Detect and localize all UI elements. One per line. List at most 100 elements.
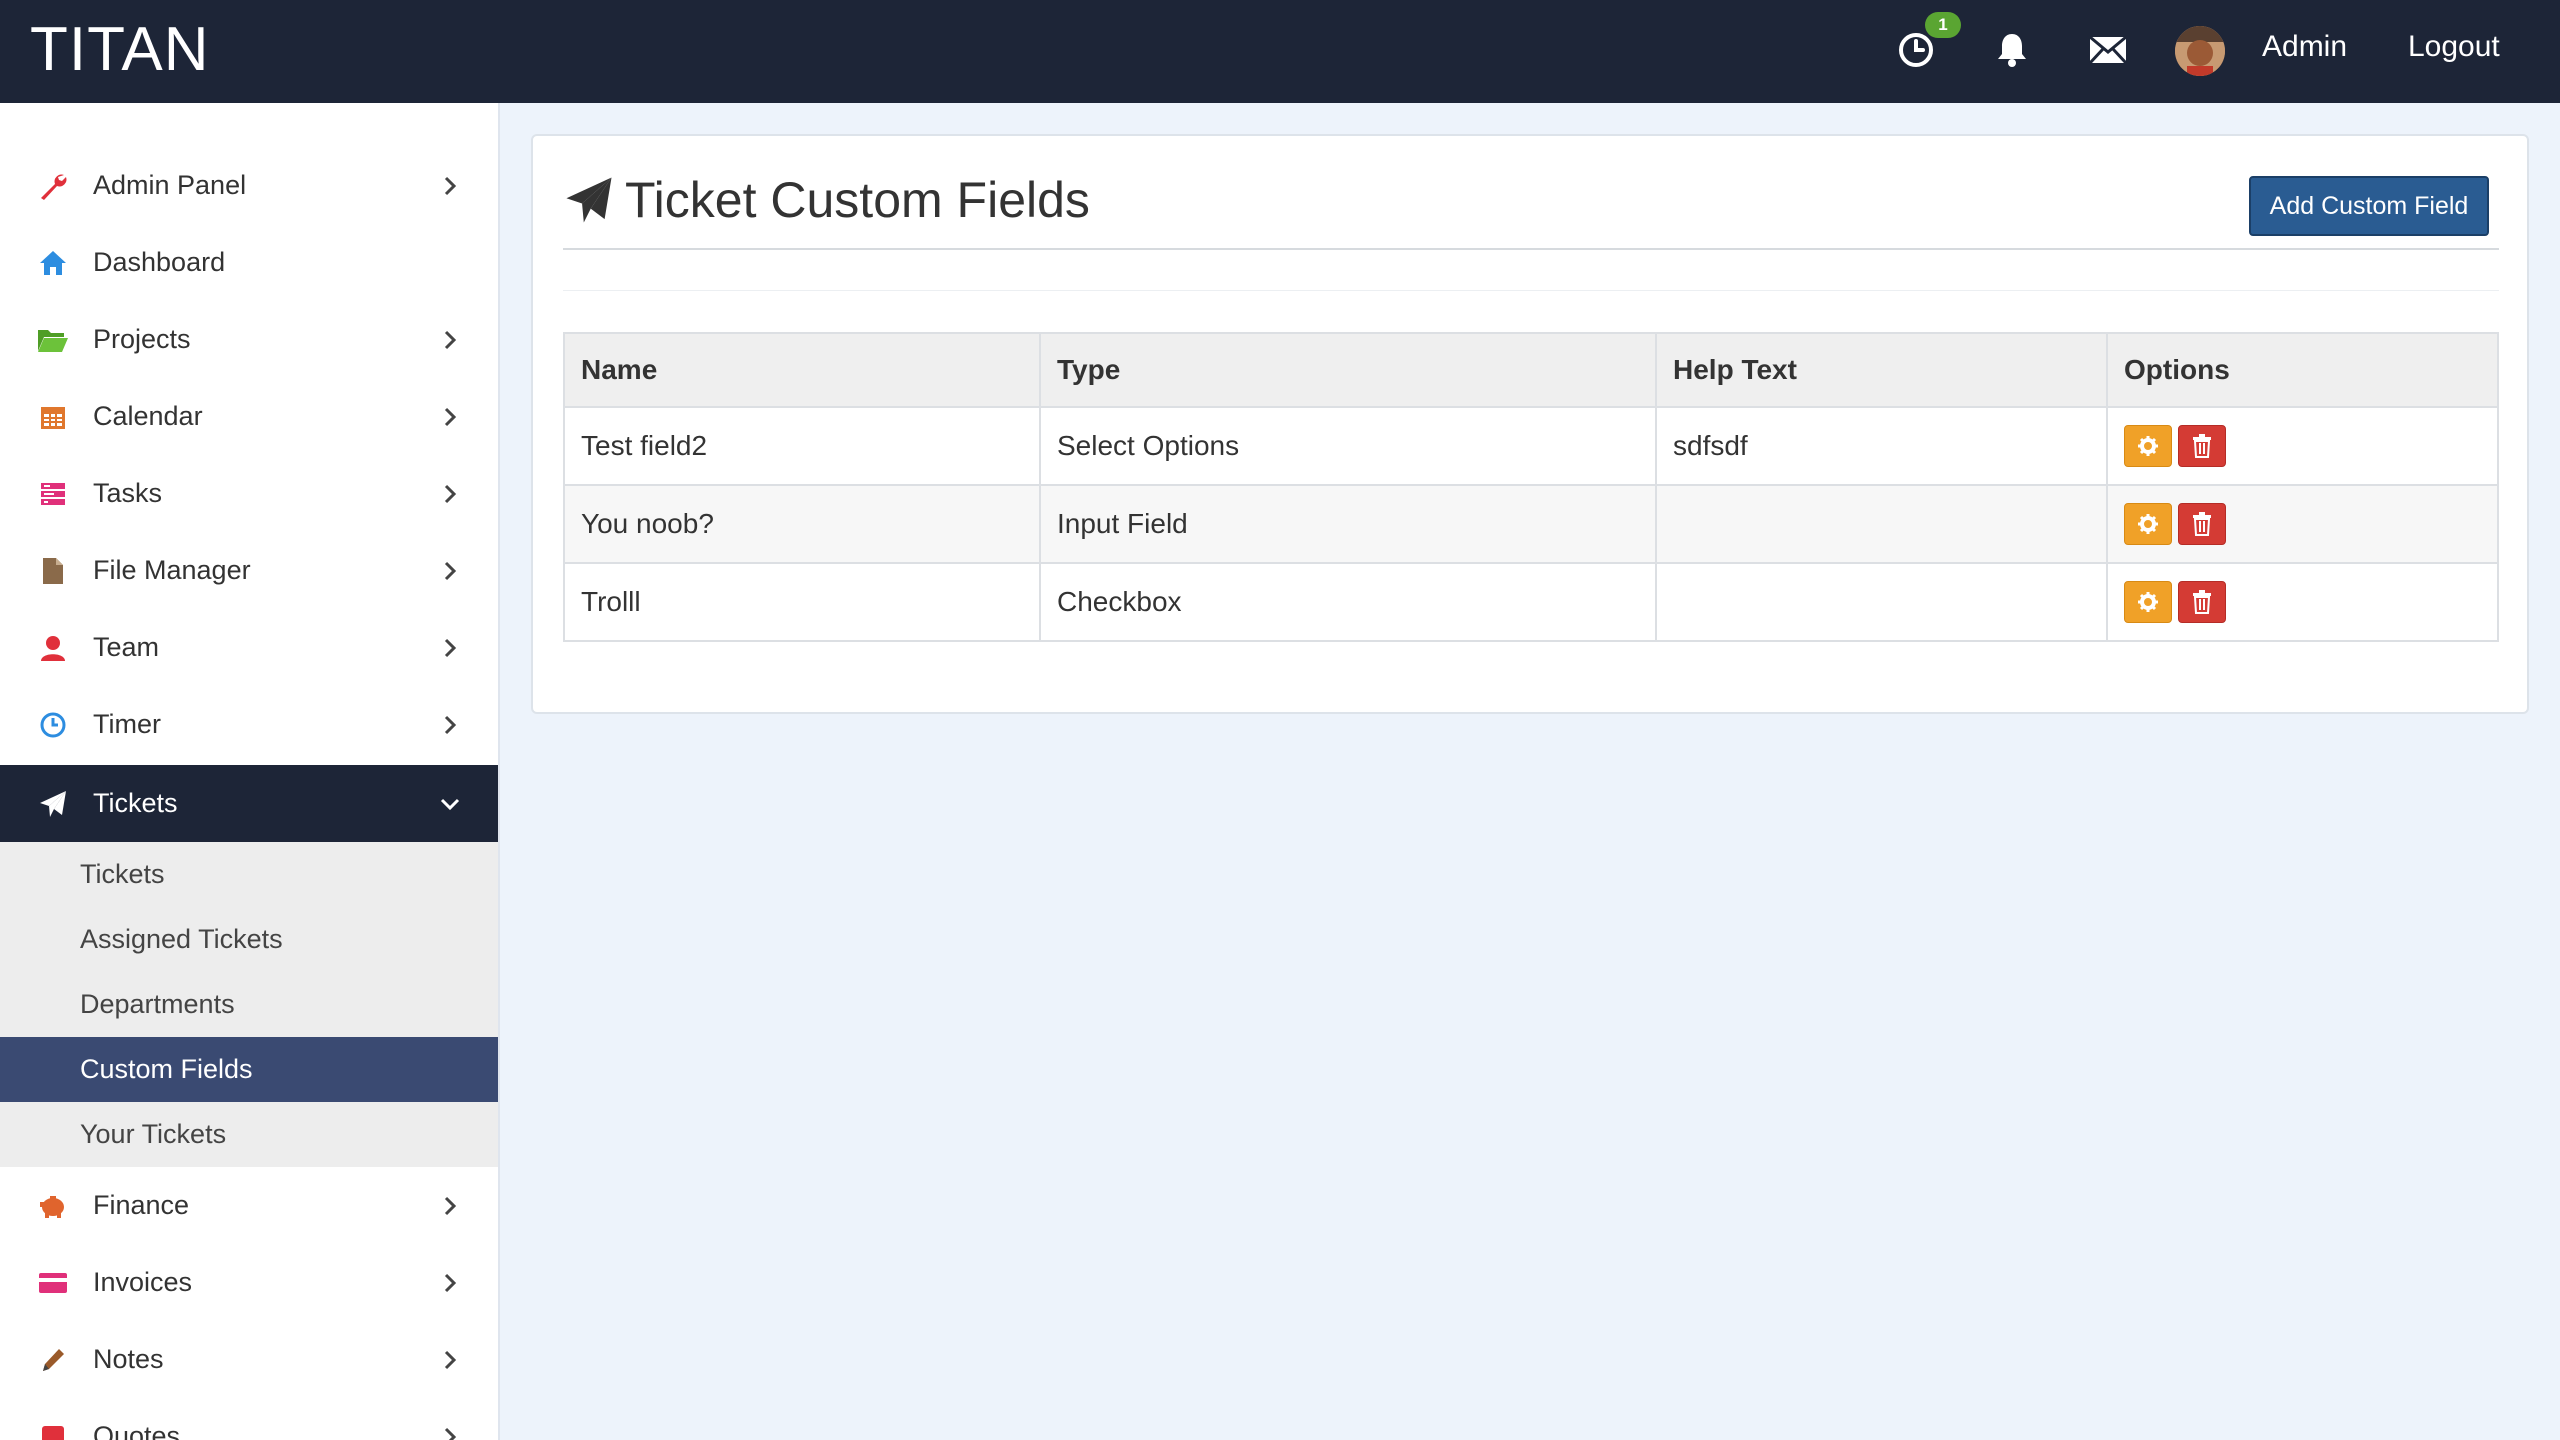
sidebar-item-label: Timer bbox=[93, 709, 161, 739]
user-icon bbox=[37, 632, 69, 664]
custom-fields-table: Name Type Help Text Options Test field2 … bbox=[563, 332, 2499, 642]
paper-plane-icon bbox=[563, 174, 615, 226]
sidebar-item-admin-panel[interactable]: Admin Panel bbox=[0, 147, 498, 224]
tickets-submenu: Tickets Assigned Tickets Departments Cus… bbox=[0, 842, 498, 1167]
delete-field-button[interactable] bbox=[2178, 425, 2226, 467]
delete-field-button[interactable] bbox=[2178, 503, 2226, 545]
sidebar-item-team[interactable]: Team bbox=[0, 609, 498, 686]
chevron-right-icon bbox=[438, 1194, 462, 1218]
sidebar-item-label: Notes bbox=[93, 1344, 164, 1374]
sidebar-item-label: File Manager bbox=[93, 555, 251, 585]
submenu-item-your-tickets[interactable]: Your Tickets bbox=[0, 1102, 498, 1167]
chevron-right-icon bbox=[438, 636, 462, 660]
edit-field-button[interactable] bbox=[2124, 425, 2172, 467]
credit-card-icon bbox=[37, 1267, 69, 1299]
sidebar-item-label: Projects bbox=[93, 324, 191, 354]
cell-help-text bbox=[1655, 484, 2108, 564]
chevron-right-icon bbox=[438, 1425, 462, 1440]
sidebar-item-label: Finance bbox=[93, 1190, 190, 1220]
tasks-icon bbox=[37, 478, 69, 510]
submenu-item-label: Your Tickets bbox=[80, 1119, 227, 1149]
divider bbox=[563, 290, 2499, 291]
chevron-right-icon bbox=[438, 713, 462, 737]
submenu-item-assigned-tickets[interactable]: Assigned Tickets bbox=[0, 907, 498, 972]
delete-field-button[interactable] bbox=[2178, 581, 2226, 623]
chevron-right-icon bbox=[438, 174, 462, 198]
piggy-bank-icon bbox=[37, 1190, 69, 1222]
chevron-right-icon bbox=[438, 482, 462, 506]
home-icon bbox=[37, 247, 69, 279]
sidebar-item-invoices[interactable]: Invoices bbox=[0, 1244, 498, 1321]
sidebar-item-label: Dashboard bbox=[93, 247, 226, 277]
cell-help-text bbox=[1655, 562, 2108, 642]
trash-icon bbox=[2193, 512, 2211, 536]
submenu-item-departments[interactable]: Departments bbox=[0, 972, 498, 1037]
submenu-item-custom-fields[interactable]: Custom Fields bbox=[0, 1037, 498, 1102]
pencil-icon bbox=[37, 1344, 69, 1376]
custom-fields-panel: Ticket Custom Fields Add Custom Field Na… bbox=[531, 134, 2529, 714]
sidebar-item-label: Team bbox=[93, 632, 160, 662]
chevron-down-icon bbox=[438, 792, 462, 816]
edit-field-button[interactable] bbox=[2124, 581, 2172, 623]
gear-icon bbox=[2138, 436, 2158, 456]
cell-type: Checkbox bbox=[1039, 562, 1657, 642]
edit-field-button[interactable] bbox=[2124, 503, 2172, 545]
cell-options bbox=[2106, 484, 2499, 564]
cell-options bbox=[2106, 406, 2499, 486]
trash-icon bbox=[2193, 434, 2211, 458]
cell-name: You noob? bbox=[563, 484, 1041, 564]
cell-options bbox=[2106, 562, 2499, 642]
sidebar-item-label: Tasks bbox=[93, 478, 163, 508]
sidebar-item-dashboard[interactable]: Dashboard bbox=[0, 224, 498, 301]
sidebar-item-label: Invoices bbox=[93, 1267, 193, 1297]
sidebar-item-timer[interactable]: Timer bbox=[0, 686, 498, 763]
logout-link[interactable]: Logout bbox=[2408, 30, 2500, 64]
cell-type: Select Options bbox=[1039, 406, 1657, 486]
table-row: Test field2 Select Options sdfsdf bbox=[563, 406, 2499, 486]
timer-badge: 1 bbox=[1925, 12, 1961, 38]
chevron-right-icon bbox=[438, 1271, 462, 1295]
chevron-right-icon bbox=[438, 559, 462, 583]
submenu-item-tickets[interactable]: Tickets bbox=[0, 842, 498, 907]
sidebar-item-calendar[interactable]: Calendar bbox=[0, 378, 498, 455]
column-header-type[interactable]: Type bbox=[1039, 332, 1657, 408]
add-custom-field-button[interactable]: Add Custom Field bbox=[2249, 176, 2489, 236]
sidebar-item-tasks[interactable]: Tasks bbox=[0, 455, 498, 532]
submenu-item-label: Assigned Tickets bbox=[80, 924, 283, 954]
user-name-link[interactable]: Admin bbox=[2262, 30, 2347, 64]
calendar-icon bbox=[37, 401, 69, 433]
table-header-row: Name Type Help Text Options bbox=[563, 332, 2499, 408]
submenu-item-label: Tickets bbox=[80, 859, 165, 889]
sidebar-item-quotes[interactable]: Quotes bbox=[0, 1398, 498, 1440]
quote-icon bbox=[37, 1421, 69, 1440]
sidebar: Admin Panel Dashboard Projects Calendar … bbox=[0, 103, 500, 1440]
brand-logo[interactable]: TITAN bbox=[30, 14, 210, 85]
sidebar-item-notes[interactable]: Notes bbox=[0, 1321, 498, 1398]
gear-icon bbox=[2138, 514, 2158, 534]
trash-icon bbox=[2193, 590, 2211, 614]
submenu-item-label: Custom Fields bbox=[80, 1054, 253, 1084]
column-header-name[interactable]: Name bbox=[563, 332, 1041, 408]
envelope-icon[interactable] bbox=[2086, 28, 2130, 72]
cell-type: Input Field bbox=[1039, 484, 1657, 564]
page-title: Ticket Custom Fields bbox=[563, 170, 1090, 230]
cell-name: Test field2 bbox=[563, 406, 1041, 486]
sidebar-item-file-manager[interactable]: File Manager bbox=[0, 532, 498, 609]
clock-icon bbox=[37, 709, 69, 741]
paper-plane-icon bbox=[37, 788, 69, 820]
sidebar-item-label: Tickets bbox=[93, 788, 178, 818]
sidebar-item-finance[interactable]: Finance bbox=[0, 1167, 498, 1244]
table-row: You noob? Input Field bbox=[563, 484, 2499, 564]
sidebar-item-tickets[interactable]: Tickets bbox=[0, 765, 498, 842]
avatar[interactable] bbox=[2175, 26, 2225, 76]
column-header-options: Options bbox=[2106, 332, 2499, 408]
top-navbar: TITAN 1 Admin Logout bbox=[0, 0, 2560, 103]
bell-icon[interactable] bbox=[1990, 28, 2034, 72]
sidebar-item-label: Admin Panel bbox=[93, 170, 247, 200]
cell-name: Trolll bbox=[563, 562, 1041, 642]
column-header-help-text[interactable]: Help Text bbox=[1655, 332, 2108, 408]
wrench-icon bbox=[37, 170, 69, 202]
chevron-right-icon bbox=[438, 328, 462, 352]
divider bbox=[563, 248, 2499, 250]
sidebar-item-projects[interactable]: Projects bbox=[0, 301, 498, 378]
